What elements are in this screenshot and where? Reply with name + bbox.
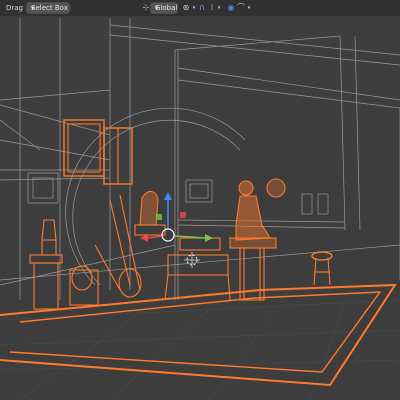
select-mode-dropdown[interactable]: Select Box ▾ — [26, 2, 70, 14]
chevron-down-icon: ▾ — [155, 4, 159, 12]
chevron-down-icon[interactable]: ▾ — [244, 3, 254, 13]
3d-cursor[interactable] — [184, 252, 200, 268]
viewport-header: Drag Select Box ▾ ⊹ Global ▾ ⊛ ▾ ∩ ⁞ ▾ ◉… — [0, 0, 400, 16]
chevron-down-icon: ▾ — [31, 4, 35, 12]
gizmo-plane-handle[interactable] — [156, 214, 162, 220]
gizmo-z-arrow[interactable] — [164, 192, 172, 200]
circle-dot-icon[interactable]: ◉ — [226, 3, 236, 13]
3d-viewport[interactable]: Drag Select Box ▾ ⊹ Global ▾ ⊛ ▾ ∩ ⁞ ▾ ◉… — [0, 0, 400, 400]
room-wireframe — [0, 18, 400, 300]
floor-grid — [0, 289, 400, 400]
selected-objects[interactable] — [0, 119, 397, 387]
magnet-icon[interactable]: ∩ — [197, 3, 207, 13]
chevron-down-icon[interactable]: ▾ — [214, 3, 224, 13]
gizmo-x-axis[interactable] — [147, 235, 163, 239]
drag-label: Drag — [6, 4, 24, 12]
gizmo-y-arrow[interactable] — [205, 234, 213, 242]
orientation-dropdown[interactable]: Global ▾ — [150, 2, 178, 14]
gizmo-plane-handle[interactable] — [180, 212, 186, 218]
scene-canvas[interactable] — [0, 16, 400, 400]
